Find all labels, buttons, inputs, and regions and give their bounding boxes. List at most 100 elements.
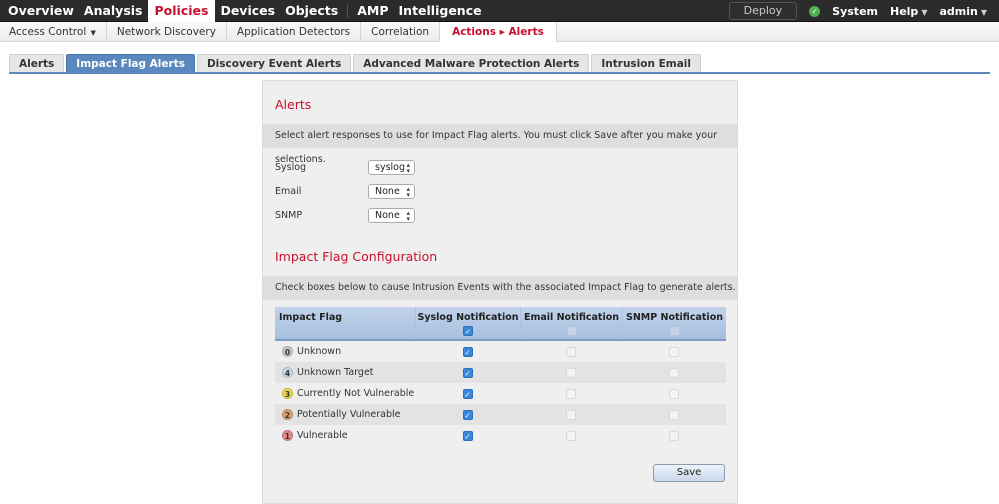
help-menu[interactable]: Help ▼ — [890, 5, 927, 18]
tab-alerts[interactable]: Alerts — [9, 54, 65, 72]
snmp-select-value: None — [375, 210, 400, 221]
impact-flag-label: Unknown — [297, 346, 342, 357]
nav-amp[interactable]: AMP — [352, 0, 393, 22]
subnav-correlation[interactable]: Correlation — [361, 22, 441, 42]
chevron-down-icon: ▼ — [980, 7, 987, 17]
email-cell — [520, 409, 622, 420]
email-checkbox[interactable] — [566, 430, 576, 441]
impact-flag-label: Unknown Target — [297, 367, 374, 378]
select-arrows-icon: ▴ ▾ — [406, 185, 410, 199]
check-circle-icon[interactable]: ✓ — [809, 5, 821, 17]
sub-navigation-bar: Access Control ▼ Network Discovery Appli… — [0, 22, 999, 42]
subnav-application-detectors[interactable]: Application Detectors — [227, 22, 362, 42]
email-select-value: None — [375, 186, 400, 197]
system-menu[interactable]: System — [832, 5, 878, 18]
email-cell — [520, 346, 622, 357]
snmp-checkbox[interactable] — [669, 388, 679, 399]
nav-overview[interactable]: Overview — [0, 0, 79, 22]
header-snmp-label: SNMP Notification — [626, 312, 723, 323]
nav-devices[interactable]: Devices — [215, 0, 280, 22]
nav-divider — [347, 4, 349, 18]
syslog-label: Syslog — [275, 162, 307, 173]
tab-intrusion-email[interactable]: Intrusion Email — [591, 54, 702, 72]
impact-flag-table: Impact Flag Syslog Notification ✓ Email N… — [275, 307, 726, 446]
chevron-down-icon: ▼ — [921, 7, 928, 17]
nav-policies[interactable]: Policies — [147, 0, 216, 22]
header-email-label: Email Notification — [523, 312, 620, 323]
header-syslog: Syslog Notification ✓ — [415, 307, 520, 339]
user-menu[interactable]: admin ▼ — [939, 5, 987, 18]
nav-objects[interactable]: Objects — [280, 0, 343, 22]
subnav-access-control-label: Access Control — [9, 26, 87, 38]
email-label: Email — [275, 186, 302, 197]
snmp-cell — [622, 388, 726, 399]
user-label: admin — [939, 4, 978, 18]
table-body: 0 Unknown ✓ 4 Unknown Target ✓ 3 Currently Not … — [275, 341, 726, 446]
email-cell — [520, 430, 622, 441]
header-syslog-label: Syslog Notification — [417, 312, 519, 323]
syslog-checkbox[interactable]: ✓ — [462, 367, 473, 378]
nav-analysis[interactable]: Analysis — [79, 0, 148, 22]
save-button[interactable]: Save — [653, 464, 725, 482]
snmp-checkbox[interactable] — [669, 367, 679, 378]
table-header: Impact Flag Syslog Notification ✓ Email N… — [275, 307, 726, 341]
email-checkbox[interactable] — [566, 388, 576, 399]
impact-flag-label: Vulnerable — [297, 430, 348, 441]
snmp-cell — [622, 346, 726, 357]
snmp-label: SNMP — [275, 210, 303, 221]
email-checkbox[interactable] — [566, 346, 576, 357]
impact-flag-badge-icon: 2 — [282, 409, 293, 420]
email-checkbox[interactable] — [566, 409, 576, 420]
syslog-cell: ✓ — [415, 409, 520, 420]
system-label: System — [832, 4, 878, 18]
chevron-down-icon: ▼ — [88, 29, 96, 37]
impact-flag-badge-icon: 0 — [282, 346, 293, 357]
header-email: Email Notification — [520, 307, 622, 339]
nav-intelligence[interactable]: Intelligence — [394, 0, 487, 22]
alert-tabs: Alerts Impact Flag Alerts Discovery Even… — [9, 54, 703, 72]
impact-flag-cell: 2 Potentially Vulnerable — [275, 409, 415, 420]
syslog-select-all-checkbox[interactable]: ✓ — [463, 326, 473, 336]
syslog-cell: ✓ — [415, 430, 520, 441]
impact-flag-badge-icon: 3 — [282, 388, 293, 399]
snmp-checkbox[interactable] — [669, 409, 679, 420]
snmp-select[interactable]: None ▴ ▾ — [368, 208, 415, 223]
tab-impact-flag-alerts[interactable]: Impact Flag Alerts — [66, 54, 195, 72]
syslog-cell: ✓ — [415, 388, 520, 399]
impact-flag-label: Currently Not Vulnerable — [297, 388, 415, 399]
snmp-cell — [622, 367, 726, 378]
tab-amp-alerts[interactable]: Advanced Malware Protection Alerts — [353, 54, 590, 72]
syslog-checkbox[interactable]: ✓ — [462, 430, 473, 441]
syslog-checkbox[interactable]: ✓ — [462, 388, 473, 399]
config-section-title: Impact Flag Configuration — [275, 249, 438, 264]
email-select-all-checkbox[interactable] — [566, 326, 577, 336]
impact-flag-badge-icon: 1 — [282, 430, 293, 441]
alerts-section-title: Alerts — [275, 97, 312, 112]
top-right-controls: Deploy ✓ System Help ▼ admin ▼ — [728, 0, 999, 22]
table-row: 4 Unknown Target ✓ — [275, 362, 726, 383]
syslog-select[interactable]: syslog ▴ ▾ — [368, 160, 415, 175]
tab-underline — [9, 72, 990, 74]
snmp-checkbox[interactable] — [669, 346, 679, 357]
table-row: 3 Currently Not Vulnerable ✓ — [275, 383, 726, 404]
email-select[interactable]: None ▴ ▾ — [368, 184, 415, 199]
snmp-select-all-checkbox[interactable] — [669, 326, 680, 336]
syslog-checkbox[interactable]: ✓ — [462, 346, 473, 357]
impact-flag-cell: 4 Unknown Target — [275, 367, 415, 378]
email-checkbox[interactable] — [566, 367, 576, 378]
snmp-checkbox[interactable] — [669, 430, 679, 441]
top-navigation-bar: Overview Analysis Policies Devices Objec… — [0, 0, 999, 22]
subnav-actions-alerts[interactable]: Actions ▸ Alerts — [440, 22, 557, 42]
alerts-section-description: Select alert responses to use for Impact… — [263, 124, 737, 165]
impact-flag-cell: 0 Unknown — [275, 346, 415, 357]
subnav-network-discovery[interactable]: Network Discovery — [107, 22, 227, 42]
deploy-button[interactable]: Deploy — [728, 2, 798, 20]
subnav-access-control[interactable]: Access Control ▼ — [0, 22, 107, 42]
main-nav: Overview Analysis Policies Devices Objec… — [0, 0, 487, 22]
syslog-checkbox[interactable]: ✓ — [462, 409, 473, 420]
help-label: Help — [890, 4, 919, 18]
email-cell — [520, 367, 622, 378]
table-row: 0 Unknown ✓ — [275, 341, 726, 362]
tab-discovery-event-alerts[interactable]: Discovery Event Alerts — [196, 54, 352, 72]
impact-flag-cell: 3 Currently Not Vulnerable — [275, 388, 415, 399]
